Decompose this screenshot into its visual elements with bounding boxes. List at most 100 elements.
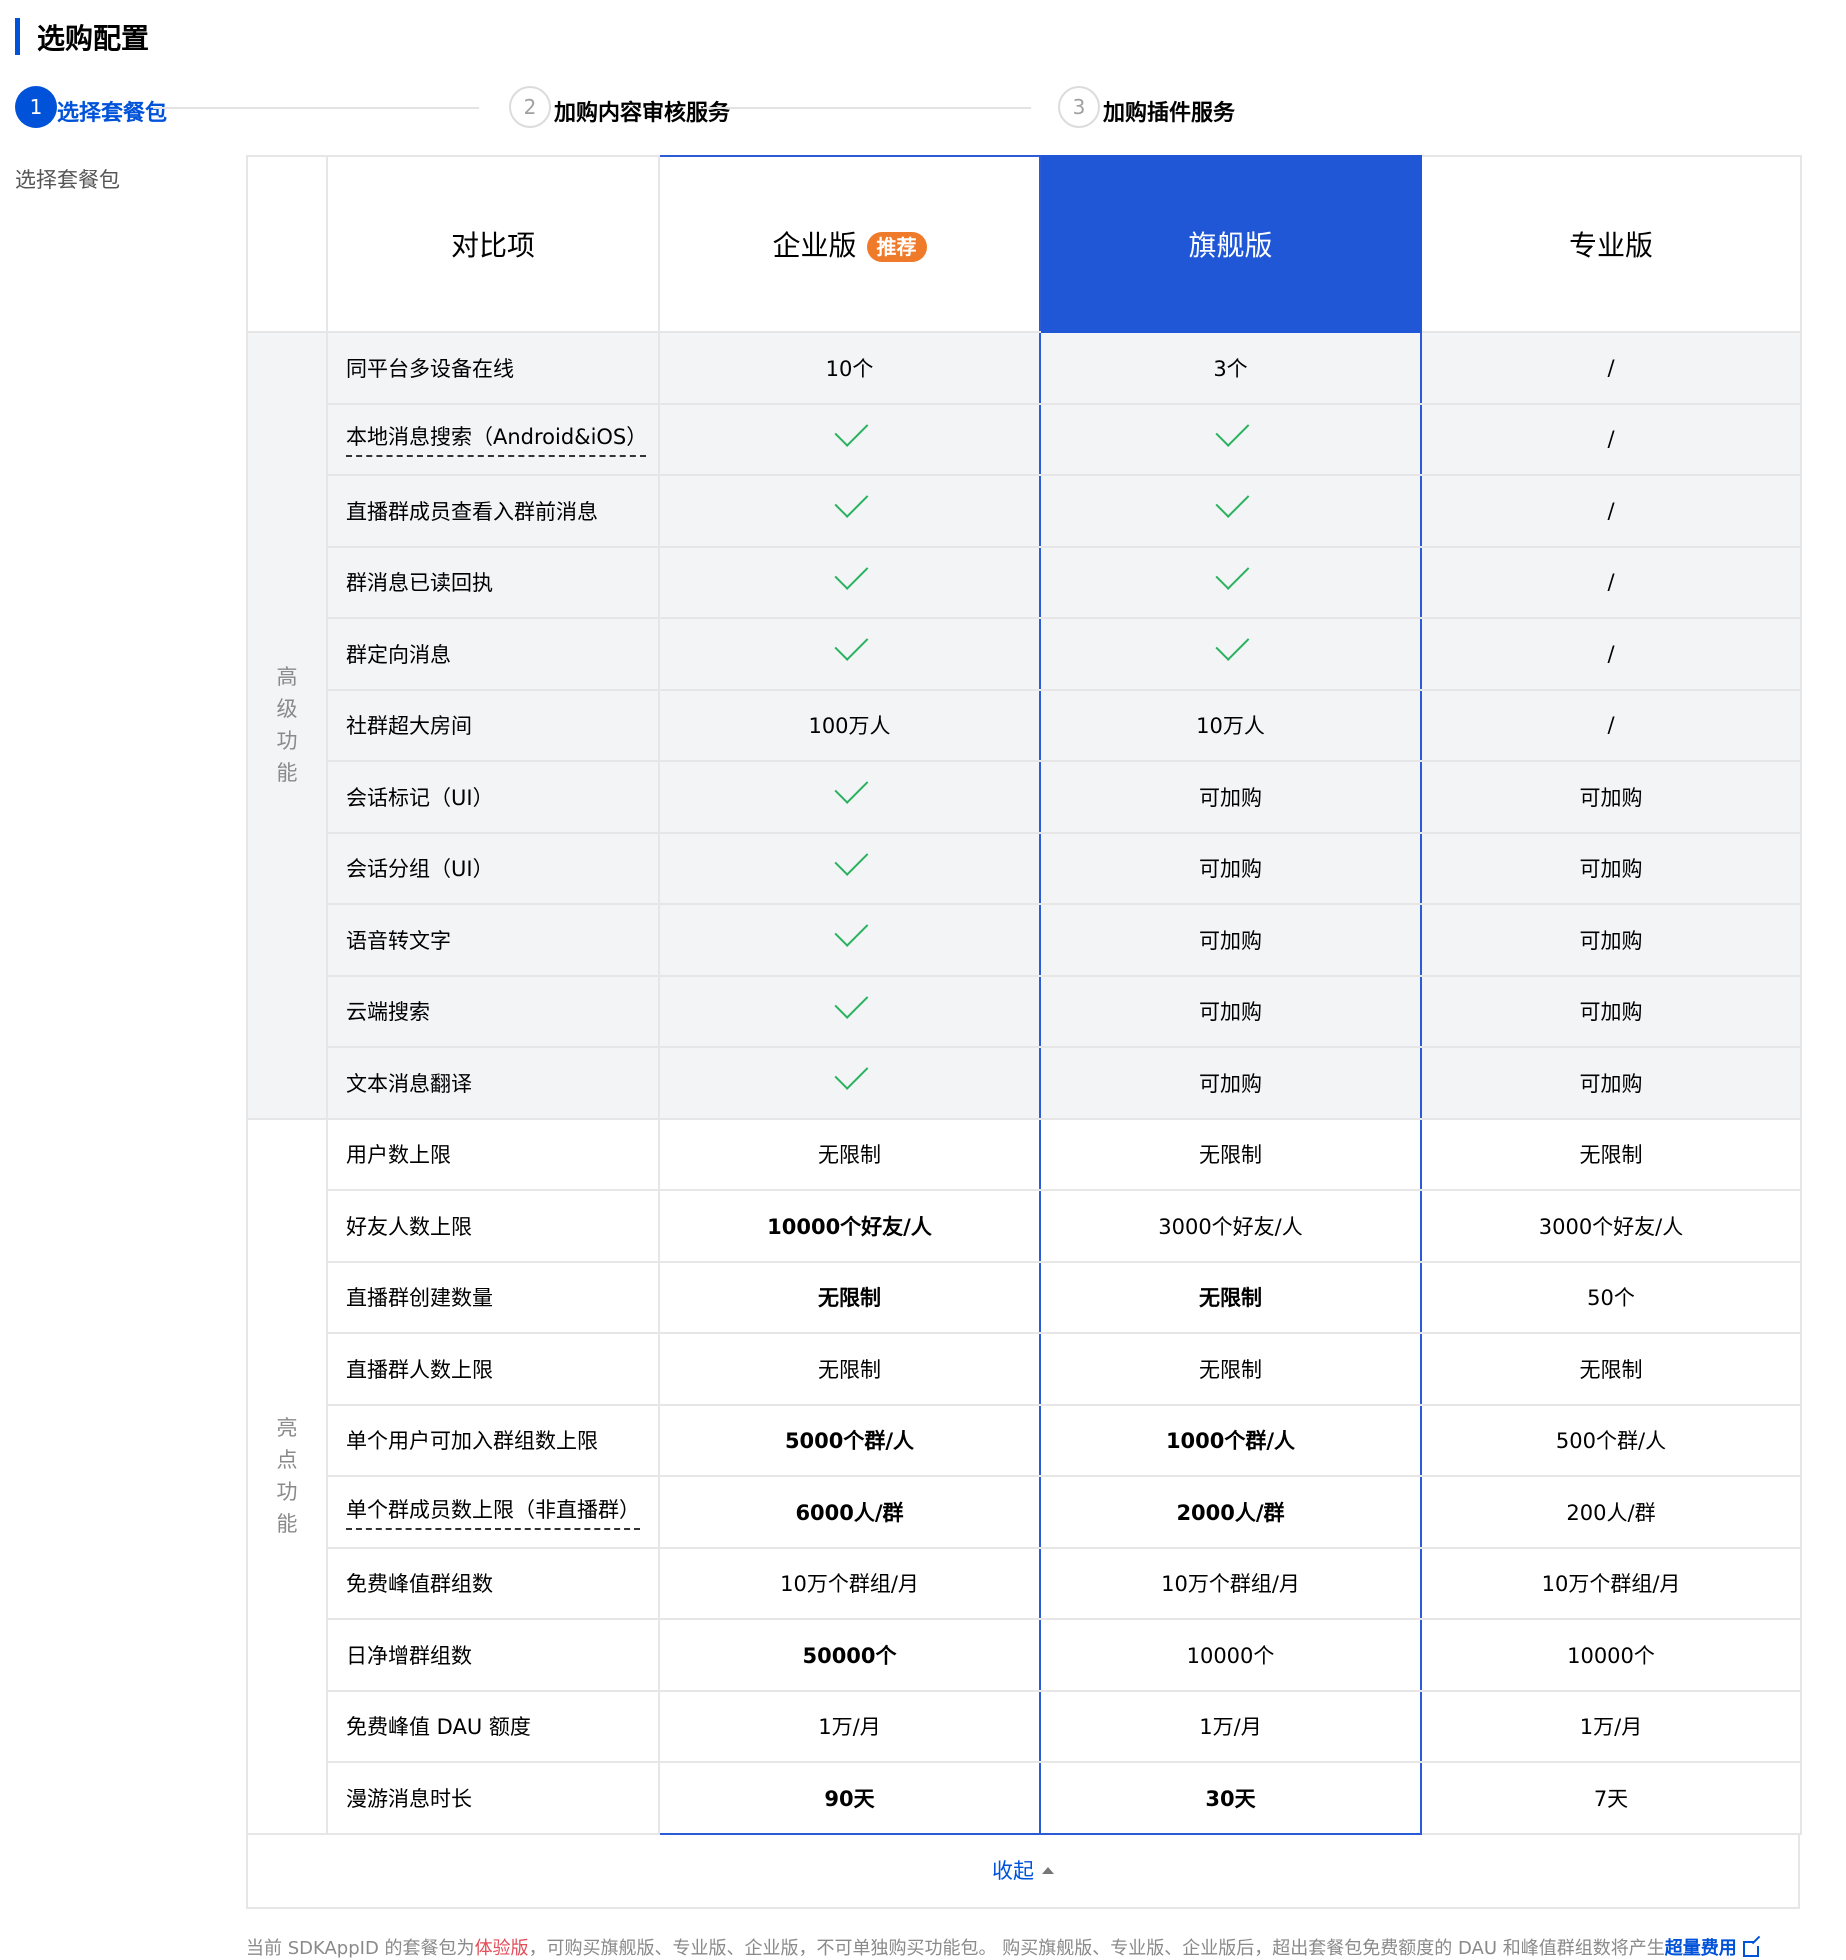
footnote: 当前 SDKAppID 的套餐包为体验版，可购买旗舰版、专业版、企业版，不可单独…: [246, 1934, 1762, 1960]
pro-value: 可加购: [1579, 785, 1643, 810]
checkmark-stroke: [1214, 412, 1249, 447]
step-1-label[interactable]: 选择套餐包: [57, 95, 167, 127]
table-row: 群定向消息 /: [247, 617, 1802, 691]
flagship-value: 可加购: [1199, 857, 1262, 882]
pro-value: 可加购: [1579, 1000, 1643, 1025]
feature-label: 群消息已读回执: [346, 571, 493, 596]
pro-value: /: [1607, 570, 1615, 595]
pro-cell: 可加购: [1420, 760, 1802, 834]
group-label-advanced: 高级功能: [246, 331, 328, 1120]
table-header-row: 对比项 企业版 推荐 旗舰版 专业版: [246, 155, 1802, 333]
table-row: 文本消息翻译 可加购 可加购: [247, 1046, 1802, 1120]
header-flagship[interactable]: 旗舰版: [1039, 155, 1422, 333]
enterprise-value: 6000人/群: [795, 1500, 904, 1525]
checkmark-stroke: [833, 627, 868, 662]
enterprise-cell: [658, 545, 1041, 619]
flagship-cell: 3个: [1039, 331, 1422, 405]
pro-cell: 10000个: [1420, 1618, 1802, 1692]
step-1-indicator[interactable]: 1: [15, 86, 57, 128]
pro-value: /: [1607, 498, 1615, 523]
feature-name: 好友人数上限: [326, 1189, 660, 1263]
header-pro[interactable]: 专业版: [1420, 155, 1802, 333]
external-link-icon[interactable]: [1742, 1938, 1762, 1957]
current-plan: 体验版: [474, 1938, 529, 1959]
pro-value: /: [1607, 427, 1615, 452]
table-row: 漫游消息时长 90天 30天 7天: [247, 1761, 1802, 1835]
feature-name: 直播群人数上限: [326, 1332, 660, 1406]
collapse-toggle[interactable]: 收起: [246, 1833, 1800, 1909]
check-icon: [833, 627, 868, 666]
checkmark-stroke: [833, 412, 868, 447]
flagship-value: 3个: [1213, 356, 1248, 381]
flagship-value: 可加购: [1199, 928, 1262, 953]
feature-name: 会话分组（UI）: [326, 831, 660, 905]
checkmark-stroke: [833, 984, 868, 1019]
collapse-label[interactable]: 收起: [992, 1855, 1034, 1885]
table-row: 免费峰值 DAU 额度 1万/月 1万/月 1万/月: [247, 1689, 1802, 1763]
pro-cell: 200人/群: [1420, 1475, 1802, 1549]
flagship-value: 1万/月: [1199, 1715, 1262, 1740]
enterprise-cell: 50000个: [658, 1618, 1041, 1692]
checkmark-stroke: [833, 913, 868, 948]
flagship-cell: 3000个好友/人: [1039, 1189, 1422, 1263]
feature-name: 单个用户可加入群组数上限: [326, 1403, 660, 1477]
check-icon: [833, 412, 868, 452]
pro-cell: 可加购: [1420, 1046, 1802, 1120]
feature-name: 用户数上限: [326, 1117, 660, 1191]
step-2-label[interactable]: 加购内容审核服务: [554, 95, 730, 127]
enterprise-cell: [658, 831, 1041, 905]
table-row: 社群超大房间 100万人 10万人 /: [247, 688, 1802, 762]
enterprise-cell: 100万人: [658, 688, 1041, 762]
step-2-indicator[interactable]: 2: [509, 86, 551, 128]
enterprise-cell: 6000人/群: [658, 1475, 1041, 1549]
pro-value: 3000个好友/人: [1538, 1214, 1684, 1239]
table-row: 语音转文字 可加购 可加购: [247, 903, 1802, 977]
pro-value: /: [1607, 355, 1615, 380]
group-label-highlight: 亮点功能: [246, 1117, 328, 1835]
enterprise-cell: 5000个群/人: [658, 1403, 1041, 1477]
enterprise-cell: [658, 974, 1041, 1048]
step-connector: [153, 107, 479, 109]
feature-name: 直播群创建数量: [326, 1260, 660, 1334]
section-header: 选购配置: [15, 18, 149, 55]
feature-label: 好友人数上限: [346, 1214, 472, 1239]
feature-label: 漫游消息时长: [346, 1786, 472, 1811]
header-enterprise[interactable]: 企业版 推荐: [658, 155, 1041, 333]
step-3-label[interactable]: 加购插件服务: [1103, 95, 1235, 127]
enterprise-cell: 无限制: [658, 1117, 1041, 1191]
feature-label[interactable]: 本地消息搜索（Android&iOS）: [346, 421, 646, 458]
table-row: 好友人数上限 10000个好友/人 3000个好友/人 3000个好友/人: [247, 1189, 1802, 1263]
feature-label: 免费峰值群组数: [346, 1572, 493, 1597]
pro-value: 可加购: [1579, 928, 1643, 953]
footnote-middle: ，可购买旗舰版、专业版、企业版，不可单独购买功能包。 购买旗舰版、专业版、企业版…: [528, 1938, 1665, 1959]
pro-value: 无限制: [1579, 1143, 1643, 1168]
table-row: 云端搜索 可加购 可加购: [247, 974, 1802, 1048]
plan-comparison-table: 对比项 企业版 推荐 旗舰版 专业版 高级功能 同平台多设备在线 10个 3个 / 本地消息…: [246, 155, 1802, 1835]
header-empty-cell: [246, 155, 328, 333]
feature-name: 文本消息翻译: [326, 1046, 660, 1120]
feature-name: 日净增群组数: [326, 1618, 660, 1692]
feature-label: 会话分组（UI）: [346, 857, 494, 882]
enterprise-value: 无限制: [818, 1286, 881, 1311]
feature-name: 本地消息搜索（Android&iOS）: [326, 402, 660, 476]
flagship-cell: 可加购: [1039, 974, 1422, 1048]
pro-value: /: [1607, 713, 1615, 738]
pro-cell: /: [1420, 402, 1802, 476]
checkmark-stroke: [1214, 555, 1249, 590]
step-3-indicator[interactable]: 3: [1058, 86, 1100, 128]
pro-cell: /: [1420, 617, 1802, 691]
footnote-prefix: 当前 SDKAppID 的套餐包为: [246, 1938, 475, 1959]
feature-label[interactable]: 单个群成员数上限（非直播群）: [346, 1494, 640, 1530]
enterprise-value: 1万/月: [818, 1715, 881, 1740]
flagship-cell: 1万/月: [1039, 1689, 1422, 1763]
feature-label: 日净增群组数: [346, 1643, 472, 1668]
overage-fee-link[interactable]: 超量费用: [1665, 1938, 1737, 1959]
feature-name: 群定向消息: [326, 617, 660, 691]
pro-cell: /: [1420, 688, 1802, 762]
enterprise-cell: [658, 760, 1041, 834]
flagship-cell: 10000个: [1039, 1618, 1422, 1692]
pro-value: 10000个: [1567, 1643, 1655, 1668]
enterprise-cell: [658, 474, 1041, 548]
checkmark-stroke: [833, 1056, 868, 1091]
flagship-cell: 1000个群/人: [1039, 1403, 1422, 1477]
